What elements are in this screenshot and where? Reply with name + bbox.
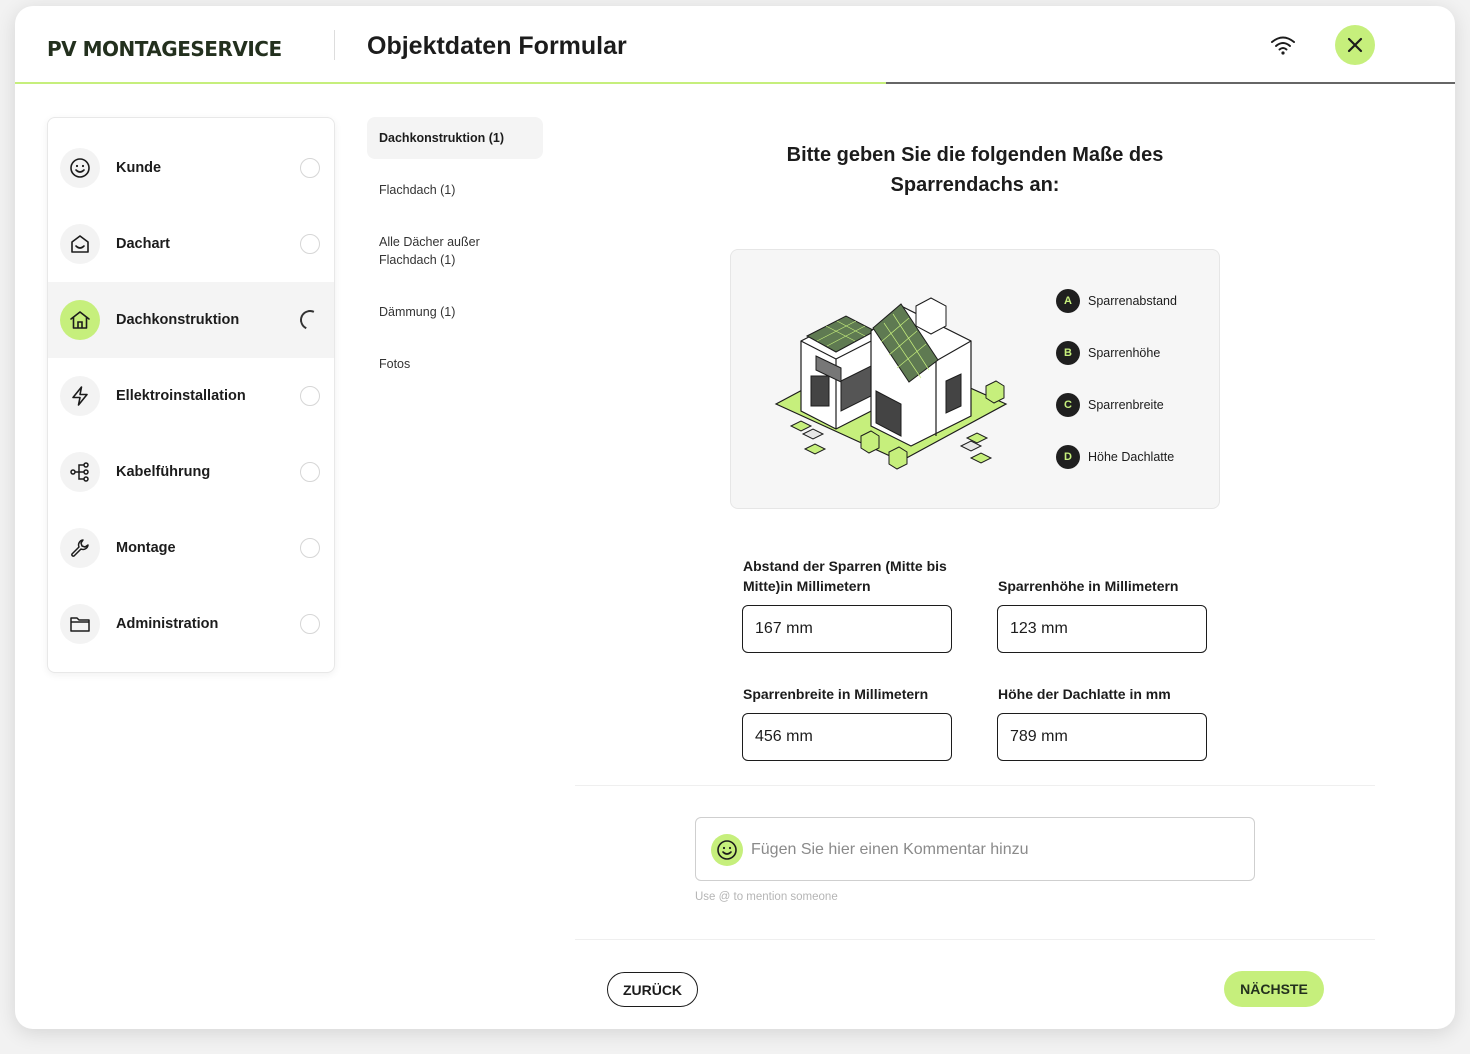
sidebar: Kunde Dachart Dachkonstruktion Ellektroi… (47, 117, 335, 673)
legend-label: Höhe Dachlatte (1088, 450, 1175, 464)
sparrenbreite-input[interactable] (742, 713, 952, 761)
sparrenhoehe-input[interactable] (997, 605, 1207, 653)
cable-routing-icon (60, 452, 100, 492)
sidebar-item-label: Administration (116, 616, 219, 632)
close-icon (1347, 37, 1363, 53)
sidebar-item-kunde[interactable]: Kunde (48, 130, 334, 206)
legend-item-a: A Sparrenabstand (1056, 288, 1177, 314)
question-heading: Bitte geben Sie die folgenden Maße des S… (786, 144, 1164, 196)
home-icon (60, 300, 100, 340)
divider (575, 939, 1375, 940)
abstand-input[interactable] (742, 605, 952, 653)
subnav-item-daemmung[interactable]: Dämmung (1) (367, 291, 543, 333)
brand-logo: PV MONTAGESERVICE (47, 37, 282, 61)
legend-badge: D (1056, 445, 1080, 469)
house-illustration-icon (774, 297, 1008, 470)
legend-badge: A (1056, 289, 1080, 313)
roof-house-icon (60, 224, 100, 264)
page-title: Objektdaten Formular (367, 32, 627, 60)
sidebar-item-kabelfuehrung[interactable]: Kabelführung (48, 434, 334, 510)
sidebar-item-label: Kunde (116, 160, 162, 176)
subnav-item-flachdach[interactable]: Flachdach (1) (367, 169, 543, 211)
legend-label: Sparrenbreite (1088, 398, 1164, 412)
status-empty-icon (300, 234, 320, 254)
status-empty-icon (300, 158, 320, 178)
legend-item-d: D Höhe Dachlatte (1056, 444, 1177, 470)
status-loading-icon (297, 307, 323, 333)
subnav: Dachkonstruktion (1) Flachdach (1) Alle … (367, 117, 543, 395)
folder-icon (60, 604, 100, 644)
sidebar-item-dachkonstruktion[interactable]: Dachkonstruktion (48, 282, 334, 358)
legend-label: Sparrenhöhe (1088, 346, 1161, 360)
back-button[interactable]: ZURÜCK (607, 972, 698, 1007)
legend: A Sparrenabstand B Sparrenhöhe C Sparren… (1056, 288, 1177, 496)
smiley-icon (711, 834, 743, 866)
sidebar-item-label: Ellektroinstallation (116, 388, 246, 404)
comment-input[interactable] (751, 836, 1231, 864)
sparrenhoehe-label: Sparrenhöhe in Millimetern (998, 578, 1179, 594)
next-button[interactable]: NÄCHSTE (1224, 971, 1324, 1007)
sidebar-item-label: Dachkonstruktion (116, 312, 240, 328)
legend-badge: C (1056, 393, 1080, 417)
sidebar-item-administration[interactable]: Administration (48, 586, 334, 662)
status-empty-icon (300, 614, 320, 634)
subnav-item-fotos[interactable]: Fotos (367, 343, 543, 385)
legend-badge: B (1056, 341, 1080, 365)
roof-diagram: A Sparrenabstand B Sparrenhöhe C Sparren… (730, 249, 1220, 509)
sidebar-item-dachart[interactable]: Dachart (48, 206, 334, 282)
mention-hint: Use @ to mention someone (695, 891, 838, 903)
wifi-icon (1271, 36, 1295, 55)
header-divider (334, 30, 335, 60)
dachlatte-label: Höhe der Dachlatte in mm (998, 686, 1171, 702)
app-window: PV MONTAGESERVICE Objektdaten Formular K… (15, 6, 1455, 1029)
progress-fill (15, 82, 887, 84)
sidebar-item-label: Montage (116, 540, 176, 556)
sidebar-item-montage[interactable]: Montage (48, 510, 334, 586)
subnav-item-alle-daecher[interactable]: Alle Dächer außer Flachdach (1) (367, 221, 543, 281)
abstand-label: Abstand der Sparren (Mitte bis Mitte)in … (743, 558, 947, 594)
divider (575, 785, 1375, 786)
subnav-item-dachkonstruktion[interactable]: Dachkonstruktion (1) (367, 117, 543, 159)
status-empty-icon (300, 538, 320, 558)
legend-item-c: C Sparrenbreite (1056, 392, 1177, 418)
wrench-icon (60, 528, 100, 568)
smiley-icon (60, 148, 100, 188)
sparrenbreite-label: Sparrenbreite in Millimetern (743, 686, 929, 702)
status-empty-icon (300, 462, 320, 482)
legend-label: Sparrenabstand (1088, 294, 1177, 308)
close-button[interactable] (1335, 25, 1375, 65)
header: PV MONTAGESERVICE Objektdaten Formular (15, 6, 1455, 84)
sidebar-item-ellektroinstallation[interactable]: Ellektroinstallation (48, 358, 334, 434)
sidebar-item-label: Dachart (116, 236, 170, 252)
lightning-icon (60, 376, 100, 416)
status-empty-icon (300, 386, 320, 406)
comment-box[interactable] (695, 817, 1255, 881)
dachlatte-input[interactable] (997, 713, 1207, 761)
sidebar-item-label: Kabelführung (116, 464, 211, 480)
legend-item-b: B Sparrenhöhe (1056, 340, 1177, 366)
